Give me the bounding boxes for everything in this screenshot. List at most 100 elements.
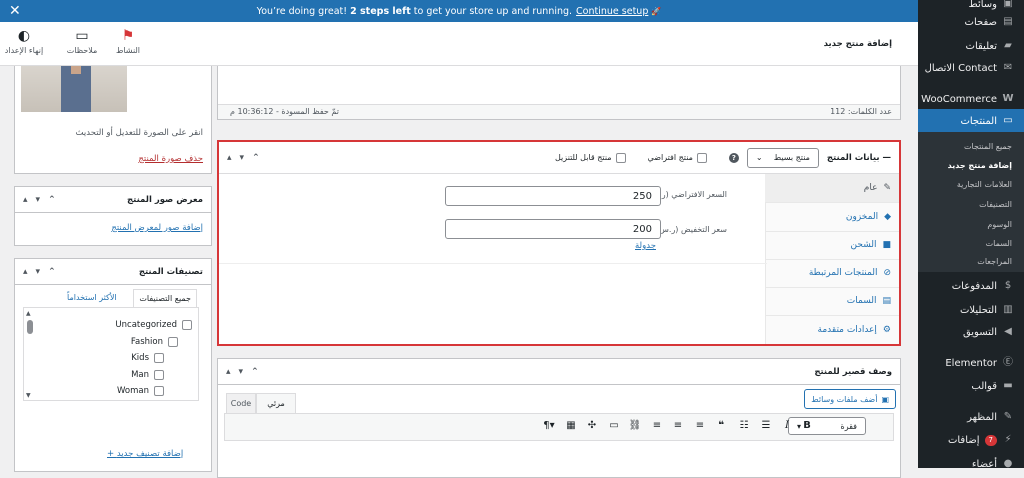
category-item-fashion[interactable]: Fashion [131, 337, 178, 347]
menu-item-marketing[interactable]: التسويق ◀ [918, 320, 1024, 344]
menu-item-products[interactable]: المنتجات ▭ [918, 109, 1024, 133]
downloadable-checkbox[interactable] [615, 152, 626, 163]
category-checkbox[interactable] [154, 353, 164, 363]
menu-item-elementor[interactable]: Elementor Ⓔ [918, 351, 1024, 375]
move-down-icon[interactable]: ▾ [240, 153, 245, 163]
downloadable-option[interactable]: منتج قابل للتنزيل [555, 152, 626, 163]
schedule-link[interactable]: جدولة [635, 241, 656, 251]
continue-setup-link[interactable]: Continue setup [576, 6, 648, 17]
content-editor[interactable]: عدد الكلمات: 112 تمّ حفظ المسودة - 10:36… [217, 66, 901, 120]
menu-item-payments[interactable]: المدفوعات $ [918, 274, 1024, 298]
remove-product-image-link[interactable]: حذف صورة المنتج [138, 154, 203, 164]
tab-advanced[interactable]: إعدادات متقدمة ⚙ [765, 315, 899, 344]
tab-general[interactable]: عام ✎ [765, 174, 899, 203]
finish-setup-button[interactable]: ◐ إنهاء الإعداد [4, 28, 44, 55]
move-down-icon[interactable]: ▾ [239, 367, 244, 377]
menu-label-media: وسائط [968, 0, 997, 10]
quote-icon[interactable]: ❝ [713, 420, 729, 431]
move-up-icon[interactable]: ▴ [23, 195, 28, 205]
menu-item-templates[interactable]: قوالب ▬ [918, 374, 1024, 398]
tab-label-shipping: الشحن [850, 240, 877, 250]
feedback-button[interactable]: ▭ ملاحظات [62, 28, 102, 55]
collapse-up-icon[interactable]: ⌃ [48, 267, 56, 277]
move-up-icon[interactable]: ▴ [227, 153, 232, 163]
tab-all-categories[interactable]: جميع التصنيفات [133, 289, 197, 307]
submenu-all-products[interactable]: جميع المنتجات [918, 142, 1024, 151]
sale-price-input[interactable]: 200 [445, 219, 661, 239]
numbered-list-icon[interactable]: ☷ [736, 420, 752, 431]
submenu-tags[interactable]: الوسوم [918, 220, 1024, 229]
paragraph-mark-icon[interactable]: ¶▾ [541, 420, 557, 431]
close-icon[interactable]: ✕ [9, 4, 21, 18]
category-checkbox[interactable] [168, 337, 178, 347]
submenu-brands[interactable]: العلامات التجارية [918, 180, 1024, 189]
tab-shipping[interactable]: الشحن ■ [765, 231, 899, 260]
tab-linked-products[interactable]: المنتجات المرتبطة ⊘ [765, 259, 899, 288]
short-description-header: ▴ ▾ ⌃ وصف قصير للمنتج [218, 359, 900, 385]
help-icon[interactable]: ? [728, 152, 739, 163]
product-categories-box: ▴ ▾ ⌃ تصنيفات المنتج جميع التصنيفات الأك… [14, 258, 212, 472]
menu-item-appearance[interactable]: المظهر ✎ [918, 405, 1024, 429]
virtual-option[interactable]: منتج افتراضي [648, 152, 707, 163]
submenu-add-new-product[interactable]: إضافة منتج جديد [918, 161, 1024, 170]
menu-label-contact: الاتصال Contact [924, 62, 997, 74]
tab-code[interactable]: Code [226, 393, 256, 413]
category-checkbox[interactable] [154, 386, 164, 396]
category-item-kids[interactable]: Kids [131, 353, 164, 363]
short-description-box: ▴ ▾ ⌃ وصف قصير للمنتج أضف ملفات وسائط ▣ م… [217, 358, 901, 478]
menu-item-pages[interactable]: صفحات ▤ [918, 10, 1024, 34]
link-icon[interactable]: ⛓ [627, 420, 643, 431]
move-up-icon[interactable]: ▴ [226, 367, 231, 377]
tab-inventory[interactable]: المخزون ◆ [765, 203, 899, 232]
align-right-icon[interactable]: ≡ [649, 420, 665, 431]
fullscreen-icon[interactable]: ✣ [584, 420, 600, 431]
activity-button[interactable]: ⚑ النشاط [108, 28, 148, 55]
regular-price-input[interactable]: 250 [445, 186, 661, 206]
add-gallery-images-link[interactable]: إضافة صور لمعرض المنتج [111, 223, 203, 233]
category-item-man[interactable]: Man [131, 370, 164, 380]
scroll-down-icon[interactable]: ▼ [26, 392, 31, 399]
menu-item-analytics[interactable]: التحليلات ▥ [918, 298, 1024, 322]
add-new-category-link[interactable]: + إضافة تصنيف جديد [107, 449, 183, 459]
menu-item-comments[interactable]: تعليقات ▰ [918, 34, 1024, 58]
virtual-checkbox[interactable] [696, 152, 707, 163]
keyboard-icon[interactable]: ▦ [563, 420, 579, 431]
category-checkbox[interactable] [182, 320, 192, 330]
collapse-up-icon[interactable]: ⌃ [48, 195, 56, 205]
menu-item-contact[interactable]: الاتصال Contact ✉ [918, 56, 1024, 80]
category-checkbox[interactable] [154, 370, 164, 380]
category-item-uncategorized[interactable]: Uncategorized [115, 320, 192, 330]
bold-icon[interactable]: B [799, 420, 815, 431]
collapse-up-icon[interactable]: ⌃ [252, 153, 260, 163]
add-media-button[interactable]: أضف ملفات وسائط ▣ [804, 389, 896, 409]
collapse-up-icon[interactable]: ⌃ [251, 367, 259, 377]
menu-item-users[interactable]: أعضاء ● [918, 452, 1024, 476]
product-type-select[interactable]: ⌄ منتج بسيط [746, 147, 819, 168]
move-down-icon[interactable]: ▾ [36, 267, 41, 277]
move-up-icon[interactable]: ▴ [23, 267, 28, 277]
submenu-categories[interactable]: التصنيفات [918, 200, 1024, 209]
product-data-header: ▴ ▾ ⌃ منتج قابل للتنزيل منتج افتراضي ? ⌄… [219, 142, 899, 174]
submenu-reviews[interactable]: المراجعات [918, 257, 1024, 266]
read-more-icon[interactable]: ▭ [606, 420, 622, 431]
italic-icon[interactable]: I [779, 420, 795, 431]
woo-icon: W [1002, 93, 1014, 104]
product-image[interactable] [21, 66, 127, 112]
tab-most-used[interactable]: الأكثر استخداماً [67, 293, 117, 302]
tab-visual[interactable]: مرئي [256, 393, 296, 413]
category-item-woman[interactable]: Woman [117, 386, 164, 396]
tab-attributes[interactable]: السمات ▤ [765, 287, 899, 316]
menu-label-pages: صفحات [964, 16, 997, 28]
scrollbar-thumb[interactable] [27, 320, 33, 334]
chevron-down-icon: ⌄ [755, 153, 763, 162]
menu-item-woocommerce[interactable]: WooCommerce W [918, 87, 1024, 111]
menu-item-plugins[interactable]: إضافات 7 ⚡ [918, 428, 1024, 452]
page-title: إضافة منتج جديد [823, 39, 892, 49]
menu-label-templates: قوالب [971, 380, 997, 392]
align-left-icon[interactable]: ≡ [692, 420, 708, 431]
align-center-icon[interactable]: ≡ [670, 420, 686, 431]
move-down-icon[interactable]: ▾ [36, 195, 41, 205]
submenu-attributes[interactable]: السمات [918, 239, 1024, 248]
bullet-list-icon[interactable]: ☰ [758, 420, 774, 431]
scroll-up-icon[interactable]: ▲ [26, 310, 31, 317]
